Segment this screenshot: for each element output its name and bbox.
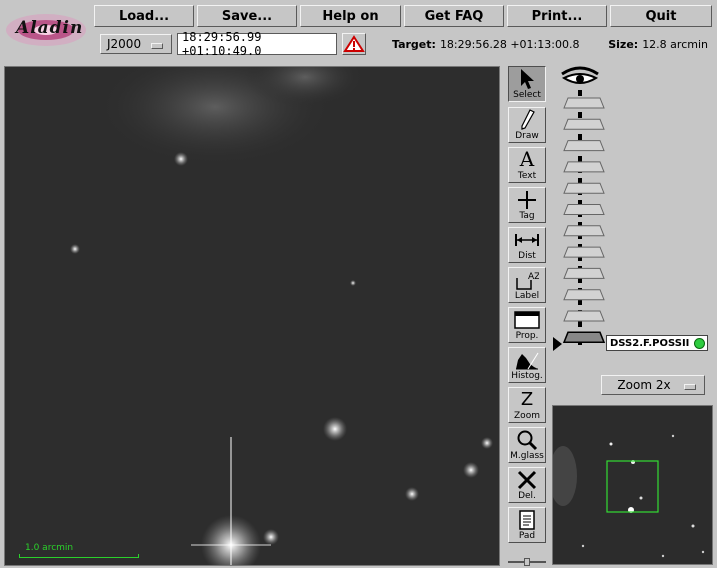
dropdown-indicator-icon	[151, 43, 163, 49]
layer-plane-active[interactable]	[562, 331, 606, 344]
layer-plane-empty[interactable]	[563, 289, 605, 301]
layer-status-icon	[694, 337, 705, 349]
layer-plane-empty[interactable]	[563, 97, 605, 109]
load-button[interactable]: Load...	[94, 5, 194, 27]
target-label: Target:	[392, 37, 436, 51]
layer-plane-empty[interactable]	[563, 182, 605, 194]
scale-bar-line	[19, 554, 139, 558]
arrow-pointer-icon	[509, 67, 545, 90]
tool-label: Zoom	[514, 411, 540, 421]
target-info: Target: 18:29:56.28 +01:13:00.8 Size: 12…	[392, 33, 712, 55]
tool-prop[interactable]: Prop.	[508, 307, 546, 343]
tool-label: Label	[514, 291, 540, 301]
tool-label: Select	[513, 90, 541, 100]
zoom-select[interactable]: Zoom 2x	[601, 375, 705, 395]
layer-plane-empty[interactable]	[563, 118, 605, 130]
layer-plane-empty[interactable]	[563, 310, 605, 322]
size-label: Size:	[608, 37, 639, 51]
tool-label: Draw	[515, 131, 539, 141]
tool-label: Pad	[518, 531, 536, 541]
layer-plane-empty[interactable]	[563, 140, 605, 152]
active-layer-label[interactable]: DSS2.F.POSSII	[606, 335, 708, 351]
frame-select-value: J2000	[107, 37, 142, 51]
thumbnail-image	[553, 406, 712, 564]
layer-stack-panel	[552, 60, 712, 356]
letter-z-icon: Z	[520, 389, 534, 410]
zoom-select-value: Zoom 2x	[617, 378, 671, 392]
plus-crosshair-icon	[509, 188, 545, 211]
tool-magnifier[interactable]: M.glass	[508, 427, 546, 463]
tool-label: Dist	[518, 251, 536, 261]
window-icon	[509, 308, 545, 331]
layer-plane-empty[interactable]	[563, 225, 605, 237]
print-button[interactable]: Print...	[507, 5, 607, 27]
tool-label-az[interactable]: AZ Label	[508, 267, 546, 303]
tool-pad[interactable]: Pad	[508, 507, 546, 543]
tool-histogram[interactable]: Histog.	[508, 347, 546, 383]
magnifier-icon	[509, 428, 545, 451]
tool-label: Text	[517, 171, 537, 181]
distance-icon	[509, 228, 545, 251]
sky-image	[5, 67, 499, 565]
label-az-icon: AZ	[509, 268, 545, 291]
size-value: 12.8 arcmin	[642, 37, 708, 51]
tool-delete[interactable]: Del.	[508, 467, 546, 503]
warning-triangle-icon	[343, 35, 365, 52]
tool-label: M.glass	[510, 451, 544, 461]
tool-dist[interactable]: Dist	[508, 227, 546, 263]
tool-tag[interactable]: Tag	[508, 187, 546, 223]
svg-text:AZ: AZ	[528, 272, 539, 282]
warning-button[interactable]	[342, 33, 366, 55]
layer-plane-empty[interactable]	[563, 246, 605, 258]
layer-plane-empty[interactable]	[563, 267, 605, 279]
help-button[interactable]: Help on	[300, 5, 401, 27]
frame-select[interactable]: J2000	[100, 34, 172, 54]
pencil-icon	[509, 108, 545, 131]
layer-name: DSS2.F.POSSII	[610, 337, 690, 349]
dropdown-indicator-icon	[684, 384, 696, 390]
quit-button[interactable]: Quit	[610, 5, 712, 27]
image-view[interactable]: 1.0 arcmin	[4, 66, 500, 566]
tool-label: Prop.	[515, 331, 539, 341]
tool-text[interactable]: A Text	[508, 147, 546, 183]
tool-label: Histog.	[511, 371, 543, 381]
scale-bar-label: 1.0 arcmin	[25, 543, 74, 553]
zoom-thumbnail[interactable]	[552, 405, 713, 565]
active-layer-pointer-icon	[553, 337, 562, 351]
aladin-logo: Aladin	[4, 4, 90, 54]
x-delete-icon	[509, 468, 545, 491]
scale-bar: 1.0 arcmin	[19, 543, 141, 561]
faq-button[interactable]: Get FAQ	[404, 5, 504, 27]
target-value: 18:29:56.28 +01:13:00.8	[439, 37, 580, 51]
tool-zoom[interactable]: Z Zoom	[508, 387, 546, 423]
layer-plane-stack	[562, 97, 606, 344]
layer-plane-empty[interactable]	[563, 204, 605, 215]
tool-draw[interactable]: Draw	[508, 107, 546, 143]
slider-handle[interactable]	[524, 558, 530, 566]
tool-select[interactable]: Select	[508, 66, 546, 102]
logo-text: Aladin	[16, 18, 84, 38]
tool-label: Del.	[518, 491, 536, 501]
tool-slider[interactable]	[508, 558, 546, 566]
tool-label: Tag	[519, 211, 535, 221]
histogram-icon	[509, 348, 545, 371]
letter-a-icon: A	[519, 147, 535, 171]
save-button[interactable]: Save...	[197, 5, 297, 27]
notepad-icon	[509, 508, 545, 531]
position-field[interactable]: 18:29:56.99 +01:10:49.0	[177, 30, 337, 58]
layer-plane-empty[interactable]	[563, 161, 605, 173]
